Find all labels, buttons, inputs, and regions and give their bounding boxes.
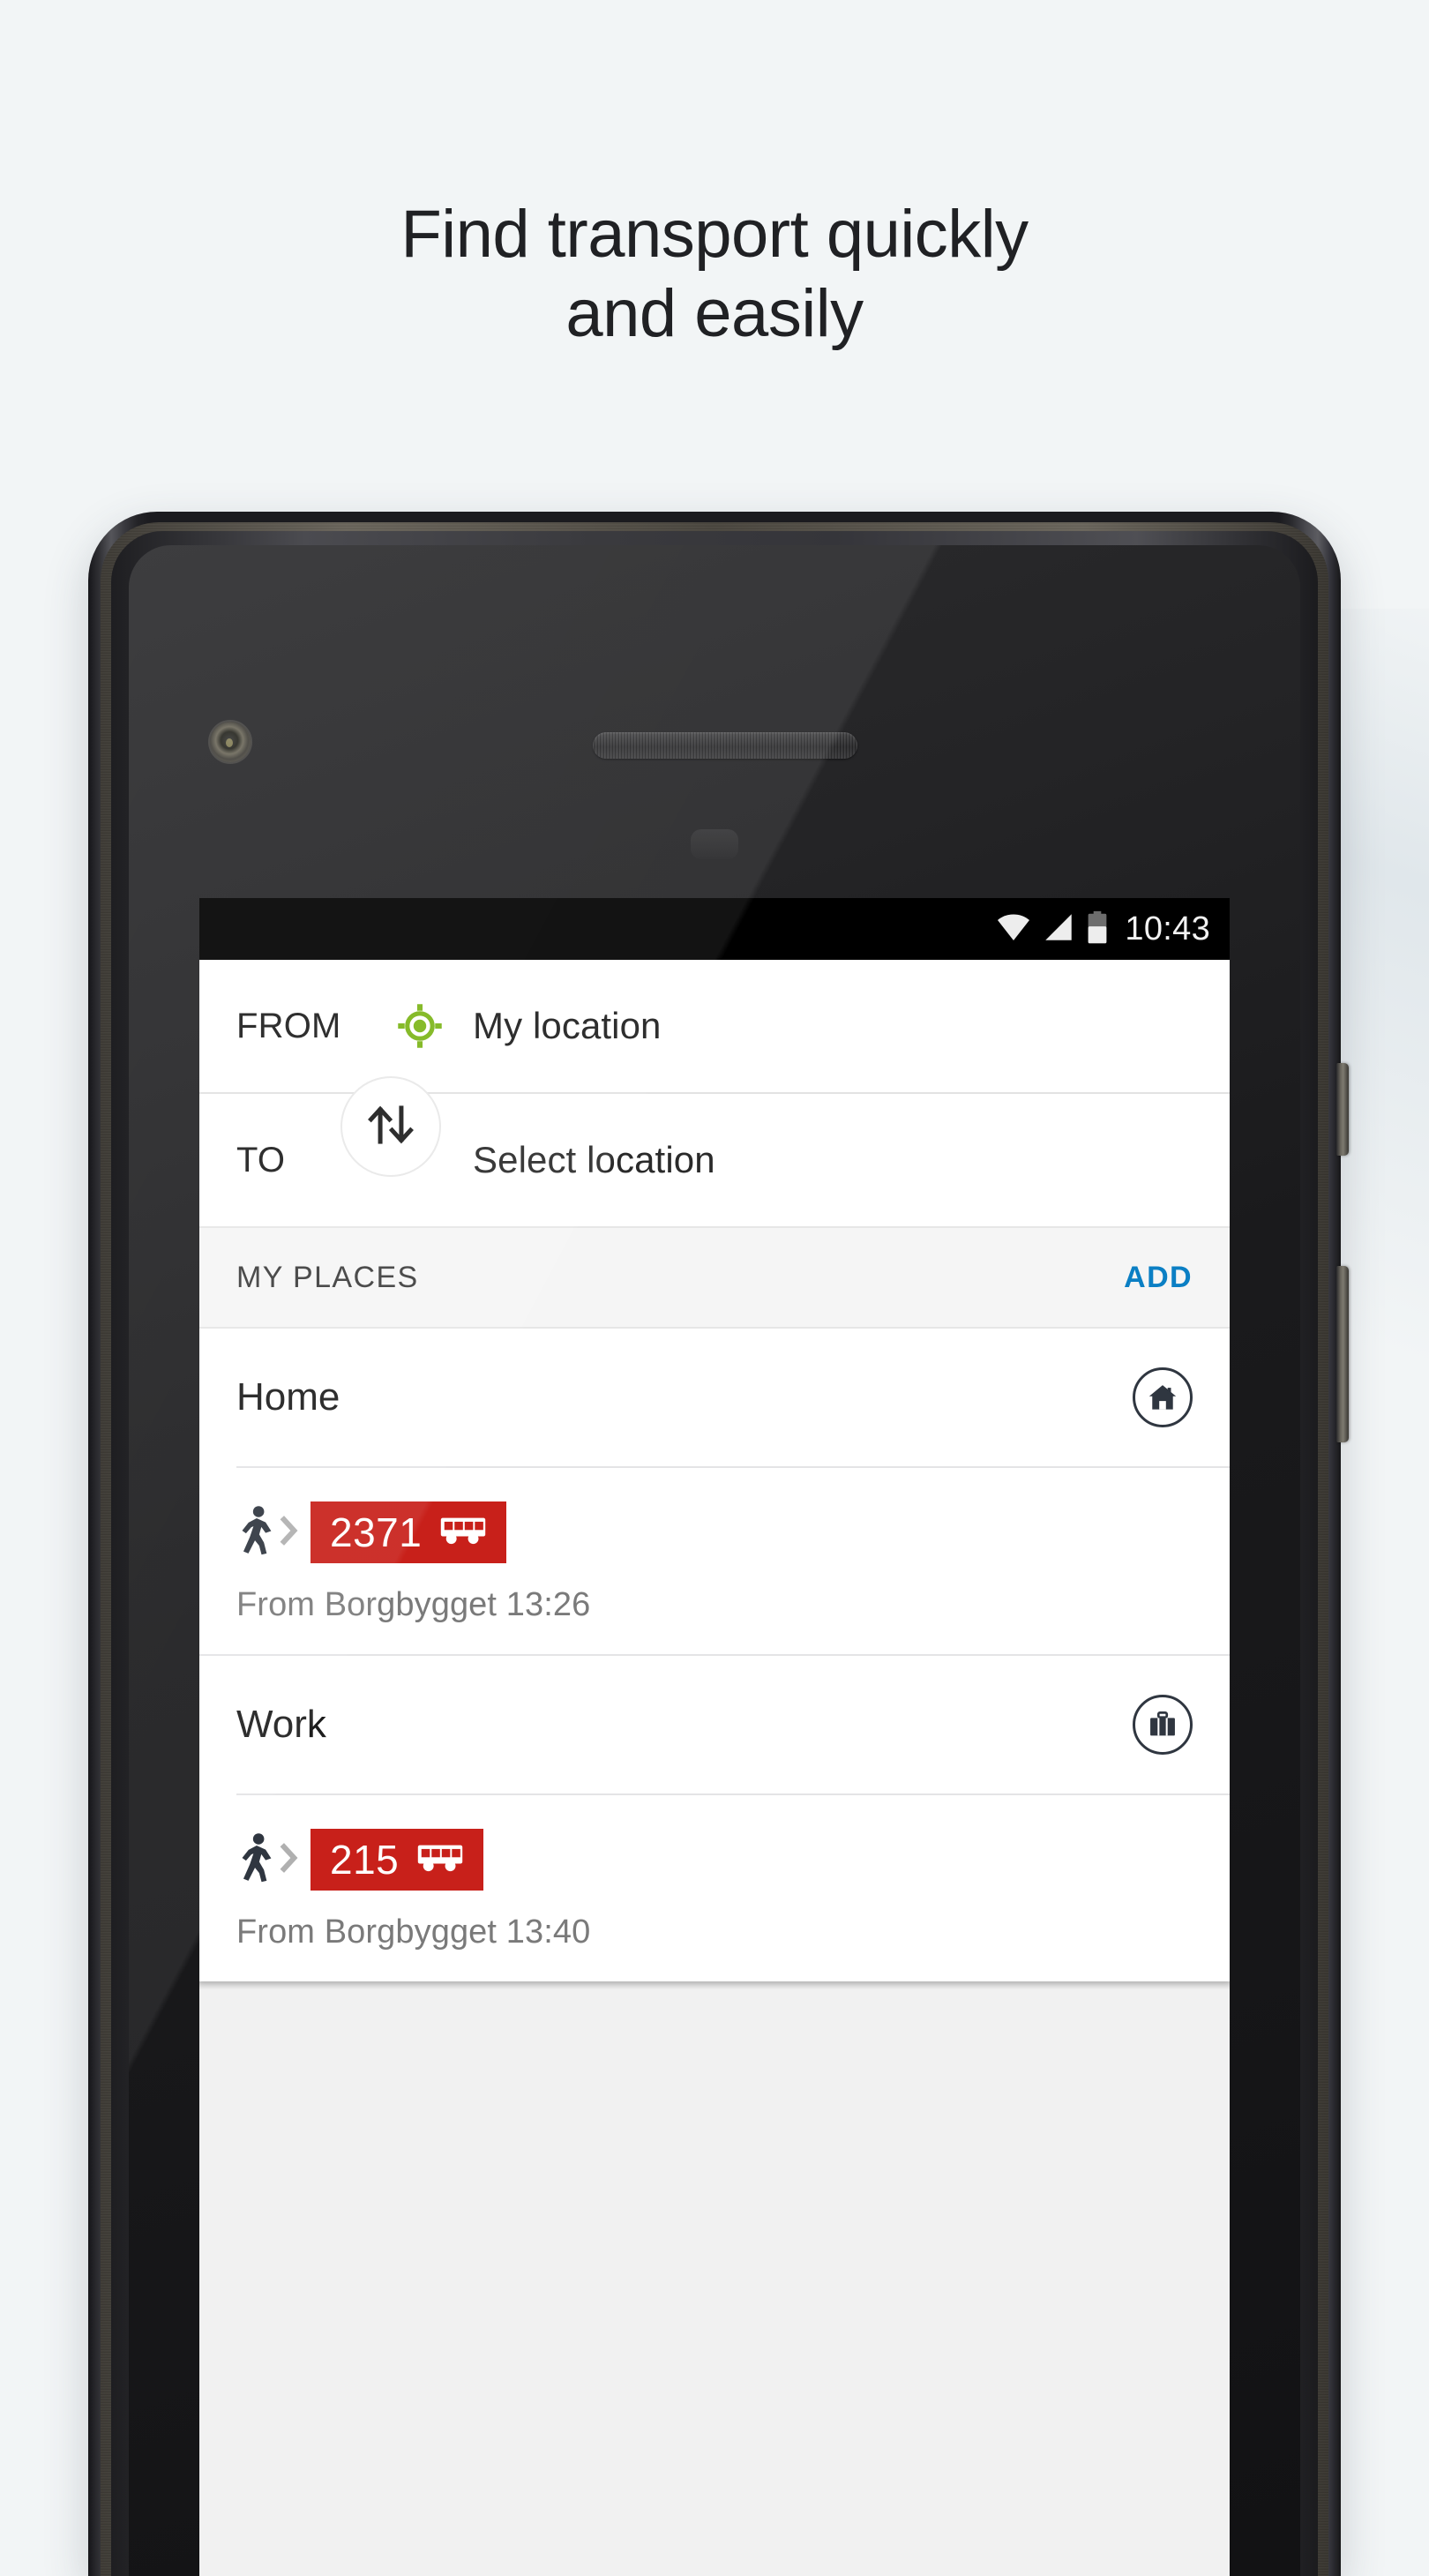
chevron-right-icon: [277, 1840, 300, 1880]
transit-line-badge: 2371: [310, 1501, 507, 1563]
bus-icon: [416, 1842, 464, 1878]
from-value: My location: [473, 1005, 662, 1046]
swap-arrows-icon: [363, 1097, 418, 1157]
place-row-home[interactable]: Home: [199, 1329, 1230, 1466]
volume-rocker-button[interactable]: [1336, 1266, 1349, 1442]
cellular-signal-icon: [1043, 912, 1074, 947]
my-places-title: MY PLACES: [236, 1260, 419, 1294]
transit-line-number: 215: [330, 1837, 400, 1883]
front-camera-icon: [210, 722, 251, 762]
transit-line-number: 2371: [330, 1509, 423, 1555]
earpiece-speaker-icon: [593, 732, 857, 759]
add-place-button[interactable]: ADD: [1124, 1261, 1193, 1295]
page-title: Find transport quickly and easily: [400, 196, 1029, 351]
phone-screen: 10:43 FROM My location TO Select locatio…: [199, 898, 1230, 2576]
phone-device-mockup: 10:43 FROM My location TO Select locatio…: [88, 512, 1349, 2576]
status-bar-clock: 10:43: [1125, 910, 1210, 947]
status-bar: 10:43: [199, 898, 1230, 960]
place-row-work[interactable]: Work: [199, 1656, 1230, 1793]
gps-crosshair-icon: [395, 1001, 473, 1051]
place-name: Work: [236, 1703, 326, 1746]
route-search-panel: FROM My location TO Select location: [199, 960, 1230, 1226]
swap-locations-button[interactable]: [340, 1076, 441, 1177]
departure-detail: From Borgbygget 13:40: [236, 1913, 591, 1951]
card-bottom-shadow: [199, 1981, 1230, 1990]
my-places-header: MY PLACES ADD: [199, 1226, 1230, 1329]
phone-glass-face: 10:43 FROM My location TO Select locatio…: [129, 545, 1300, 2576]
to-value: Select location: [473, 1139, 715, 1180]
walking-person-icon: [236, 1832, 275, 1888]
from-label: FROM: [236, 1006, 341, 1045]
app-content-card: FROM My location TO Select location MY P…: [199, 960, 1230, 1981]
power-button[interactable]: [1336, 1063, 1349, 1156]
proximity-sensor-icon: [691, 829, 738, 859]
home-icon: [1133, 1367, 1193, 1427]
screen-empty-area: [199, 1990, 1230, 2343]
briefcase-icon: [1133, 1695, 1193, 1755]
transit-line-badge: 215: [310, 1829, 484, 1891]
walking-person-icon: [236, 1505, 275, 1561]
place-name: Home: [236, 1375, 340, 1419]
wifi-icon: [996, 912, 1031, 947]
from-field-row[interactable]: FROM My location: [199, 960, 1230, 1092]
departure-block-home[interactable]: 2371 From Borgbygget 13:26: [199, 1468, 1230, 1654]
battery-half-icon: [1086, 910, 1109, 948]
departure-block-work[interactable]: 215 From Borgbygget 13:40: [199, 1795, 1230, 1981]
chevron-right-icon: [277, 1513, 300, 1553]
bus-icon: [439, 1515, 487, 1551]
departure-detail: From Borgbygget 13:26: [236, 1586, 591, 1623]
